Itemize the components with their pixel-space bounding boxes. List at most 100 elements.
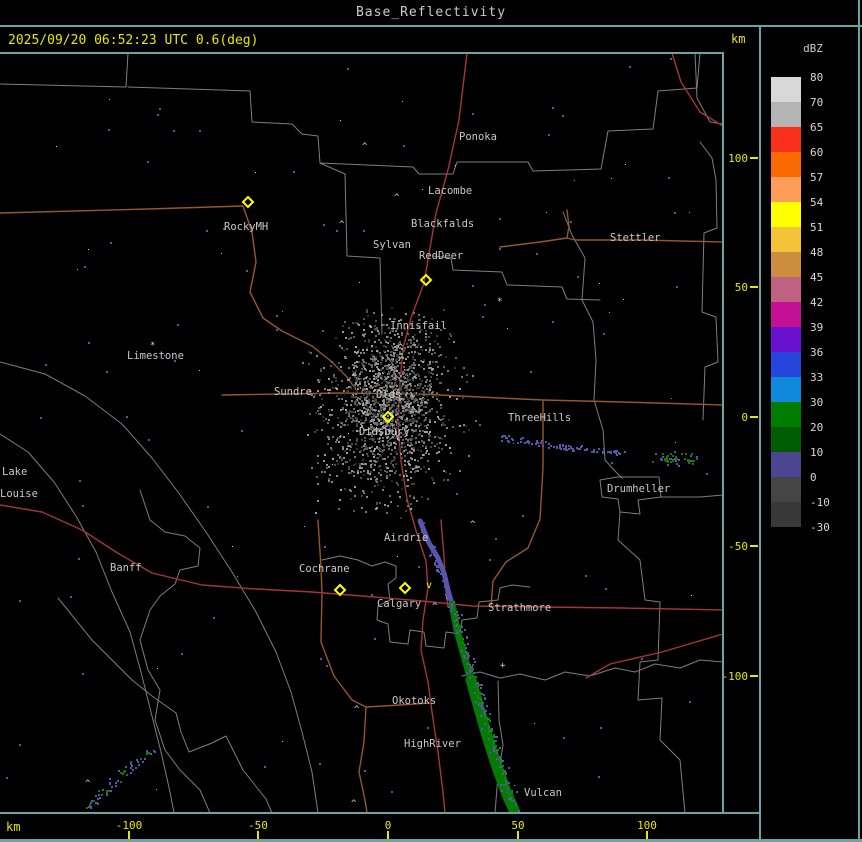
right-axis-tick-mark — [750, 675, 758, 677]
city-label-okotoks: Okotoks — [392, 695, 436, 707]
small-map-marker-icon: ^ — [354, 705, 360, 715]
city-label-airdrie: Airdrie — [384, 532, 428, 544]
right-axis-tick-mark — [750, 286, 758, 288]
city-label-ponoka: Ponoka — [459, 131, 497, 143]
colorbar-swatch — [771, 227, 801, 252]
colorbar-swatch — [771, 377, 801, 402]
colorbar-swatch — [771, 402, 801, 427]
right-axis-tick-label: -50 — [728, 540, 748, 553]
colorbar-tick-label: 57 — [810, 171, 824, 184]
county-boundary-line — [432, 255, 601, 301]
county-boundary-line — [127, 53, 701, 175]
small-map-marker-icon: * — [150, 341, 155, 351]
colorbar-tick-label: -30 — [810, 521, 830, 534]
city-label-blackfalds: Blackfalds — [411, 218, 474, 230]
colorbar-swatch — [771, 202, 801, 227]
city-label-limestone: Limestone — [127, 350, 184, 362]
colorbar-swatch — [771, 452, 801, 477]
colorbar-tick-label: 65 — [810, 121, 824, 134]
colorbar-swatch — [771, 127, 801, 152]
city-label-cochrane: Cochrane — [299, 563, 350, 575]
echo-speckle-cluster — [86, 750, 156, 809]
echo-speckle-cluster — [345, 307, 447, 375]
small-map-marker-icon: ^ — [470, 520, 476, 530]
right-axis-tick-mark — [750, 157, 758, 159]
highway-red-line — [0, 504, 722, 611]
small-map-marker-icon: ^ — [394, 193, 400, 203]
city-label-banff: Banff — [110, 562, 142, 574]
frame-line — [0, 812, 761, 814]
bottom-axis-tick-mark — [257, 831, 259, 839]
colorbar-tick-label: 48 — [810, 246, 824, 259]
city-label-lacombe: Lacombe — [428, 185, 472, 197]
echo-streak — [465, 674, 520, 812]
colorbar-tick-label: 45 — [810, 271, 824, 284]
county-boundary-line — [139, 489, 211, 812]
bottom-axis-tick-mark — [387, 831, 389, 839]
radar-site-diamond-icon — [419, 273, 433, 287]
bottom-axis-tick-mark — [128, 831, 130, 839]
echo-speckle-cluster — [56, 99, 692, 790]
bottom-axis-tick-mark — [517, 831, 519, 839]
city-label-rockymh: RockyMH — [224, 221, 268, 233]
colorbar-tick-label: 51 — [810, 221, 824, 234]
colorbar-tick-label: 70 — [810, 96, 824, 109]
city-label-innisfail: Innisfail — [390, 320, 447, 332]
right-axis-tick-mark — [750, 416, 758, 418]
right-axis-tick-label: 50 — [734, 281, 748, 294]
colorbar-tick-label: 42 — [810, 296, 824, 309]
small-map-marker-icon: ^ — [339, 220, 345, 230]
colorbar-swatch — [771, 77, 801, 102]
city-label-drumheller: Drumheller — [607, 483, 670, 495]
small-map-marker-icon: ^ — [85, 779, 91, 789]
colorbar-tick-label: 33 — [810, 371, 824, 384]
colorbar-tick-label: 60 — [810, 146, 824, 159]
city-label-olds: Olds — [376, 389, 401, 401]
frame-line — [0, 52, 724, 54]
radar-application-window: Base_Reflectivity 2025/09/20 06:52:23 UT… — [0, 0, 862, 842]
county-boundary-line — [562, 211, 623, 479]
colorbar-tick-label: -10 — [810, 496, 830, 509]
city-label-vulcan: Vulcan — [524, 787, 562, 799]
colorbar-tick-label: 10 — [810, 446, 824, 459]
echo-speckle-cluster — [652, 451, 698, 467]
colorbar-tick-label: 0 — [810, 471, 817, 484]
city-label-lake: Lake — [2, 466, 27, 478]
city-label-highriver: HighRiver — [404, 738, 461, 750]
colorbar-swatch — [771, 352, 801, 377]
frame-line — [0, 25, 862, 27]
city-label-reddeer: RedDeer — [419, 250, 463, 262]
right-axis-tick-mark — [750, 545, 758, 547]
colorbar-swatch — [771, 502, 801, 527]
city-label-stettler: Stettler — [610, 232, 661, 244]
city-label-sundre: Sundre — [274, 386, 312, 398]
colorbar-swatch — [771, 177, 801, 202]
city-label-strathmore: Strathmore — [488, 602, 551, 614]
small-map-marker-icon: ^ — [432, 602, 438, 612]
bottom-axis-tick-mark — [646, 831, 648, 839]
highway-brown-line — [490, 400, 544, 607]
small-map-marker-icon: * — [497, 297, 502, 307]
right-axis-tick-label: -100 — [721, 670, 749, 683]
colorbar-swatch — [771, 152, 801, 177]
city-label-sylvan: Sylvan — [373, 239, 411, 251]
county-boundary-line — [617, 511, 686, 812]
colorbar-tick-label: 80 — [810, 71, 824, 84]
radar-site-diamond-icon — [241, 195, 255, 209]
colorbar-tick-label: 39 — [810, 321, 824, 334]
right-axis-tick-label: 0 — [741, 411, 748, 424]
right-axis-tick-label: 100 — [728, 152, 748, 165]
echo-speckle-cluster — [501, 435, 626, 456]
city-label-didsbury: Didsbury — [359, 426, 410, 438]
map-layers: Ponoka Lacombe BlackfaldsSylvan RedDeer Stet… — [0, 53, 722, 812]
colorbar-swatch — [771, 327, 801, 352]
colorbar-swatch — [771, 477, 801, 502]
colorbar-swatch — [771, 102, 801, 127]
frame-line — [722, 52, 724, 814]
colorbar-swatch — [771, 252, 801, 277]
small-map-marker-icon: ^ — [351, 799, 357, 809]
colorbar-tick-label: 54 — [810, 196, 824, 209]
county-boundary-line — [0, 53, 129, 88]
colorbar-swatch — [771, 302, 801, 327]
colorbar-tick-label: 20 — [810, 421, 824, 434]
